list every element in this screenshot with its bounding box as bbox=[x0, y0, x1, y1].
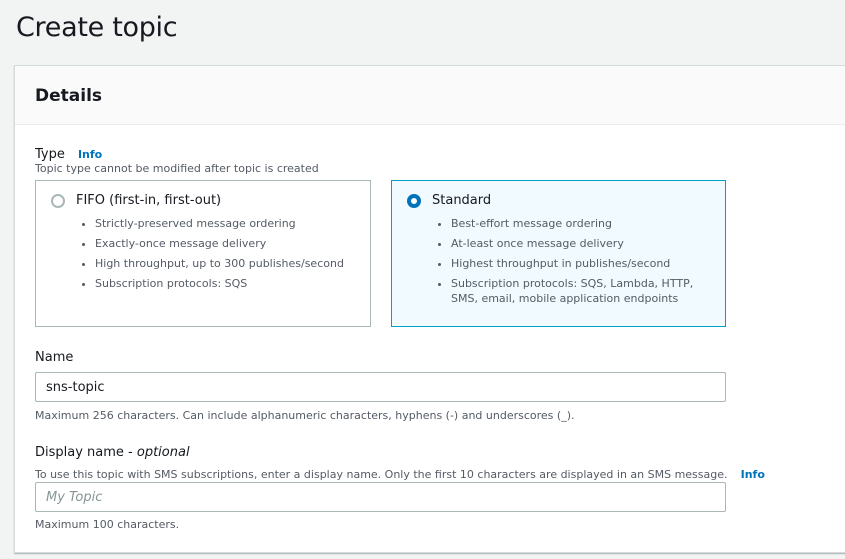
display-name-input[interactable] bbox=[35, 482, 726, 512]
list-item: Highest throughput in publishes/second bbox=[451, 256, 716, 271]
name-label: Name bbox=[35, 350, 74, 365]
name-input[interactable] bbox=[35, 372, 726, 402]
name-hint: Maximum 256 characters. Can include alph… bbox=[35, 409, 575, 422]
display-name-info-link[interactable]: Info bbox=[741, 468, 765, 481]
details-header: Details bbox=[15, 66, 845, 125]
type-option-standard[interactable]: Standard Best-effort message ordering At… bbox=[391, 180, 726, 327]
list-item: High throughput, up to 300 publishes/sec… bbox=[95, 256, 360, 271]
type-option-fifo[interactable]: FIFO (first-in, first-out) Strictly-pres… bbox=[35, 180, 371, 327]
list-item: Best-effort message ordering bbox=[451, 216, 716, 231]
details-title: Details bbox=[35, 86, 103, 106]
standard-features: Best-effort message ordering At-least on… bbox=[451, 216, 716, 311]
fifo-features: Strictly-preserved message ordering Exac… bbox=[95, 216, 360, 296]
list-item: Subscription protocols: SQS bbox=[95, 276, 360, 291]
standard-title: Standard bbox=[432, 193, 492, 208]
page-title: Create topic bbox=[16, 12, 178, 43]
display-name-label: Display name - optional bbox=[35, 445, 190, 460]
list-item: Exactly-once message delivery bbox=[95, 236, 360, 251]
list-item: Strictly-preserved message ordering bbox=[95, 216, 360, 231]
display-name-hint: To use this topic with SMS subscriptions… bbox=[35, 468, 728, 481]
optional-tag: optional bbox=[136, 445, 190, 460]
type-label-row: Type Info bbox=[35, 143, 102, 162]
standard-radio[interactable] bbox=[407, 194, 421, 208]
type-info-link[interactable]: Info bbox=[78, 148, 102, 161]
list-item: Subscription protocols: SQS, Lambda, HTT… bbox=[451, 276, 716, 306]
list-item: At-least once message delivery bbox=[451, 236, 716, 251]
display-name-hint-row: To use this topic with SMS subscriptions… bbox=[35, 463, 845, 482]
fifo-radio[interactable] bbox=[51, 194, 65, 208]
display-name-label-text: Display name - bbox=[35, 445, 137, 460]
type-hint: Topic type cannot be modified after topi… bbox=[35, 162, 319, 175]
type-label: Type bbox=[35, 147, 65, 162]
display-name-footer-hint: Maximum 100 characters. bbox=[35, 518, 180, 531]
details-panel: Details Type Info Topic type cannot be m… bbox=[14, 65, 845, 553]
fifo-title: FIFO (first-in, first-out) bbox=[76, 193, 222, 208]
